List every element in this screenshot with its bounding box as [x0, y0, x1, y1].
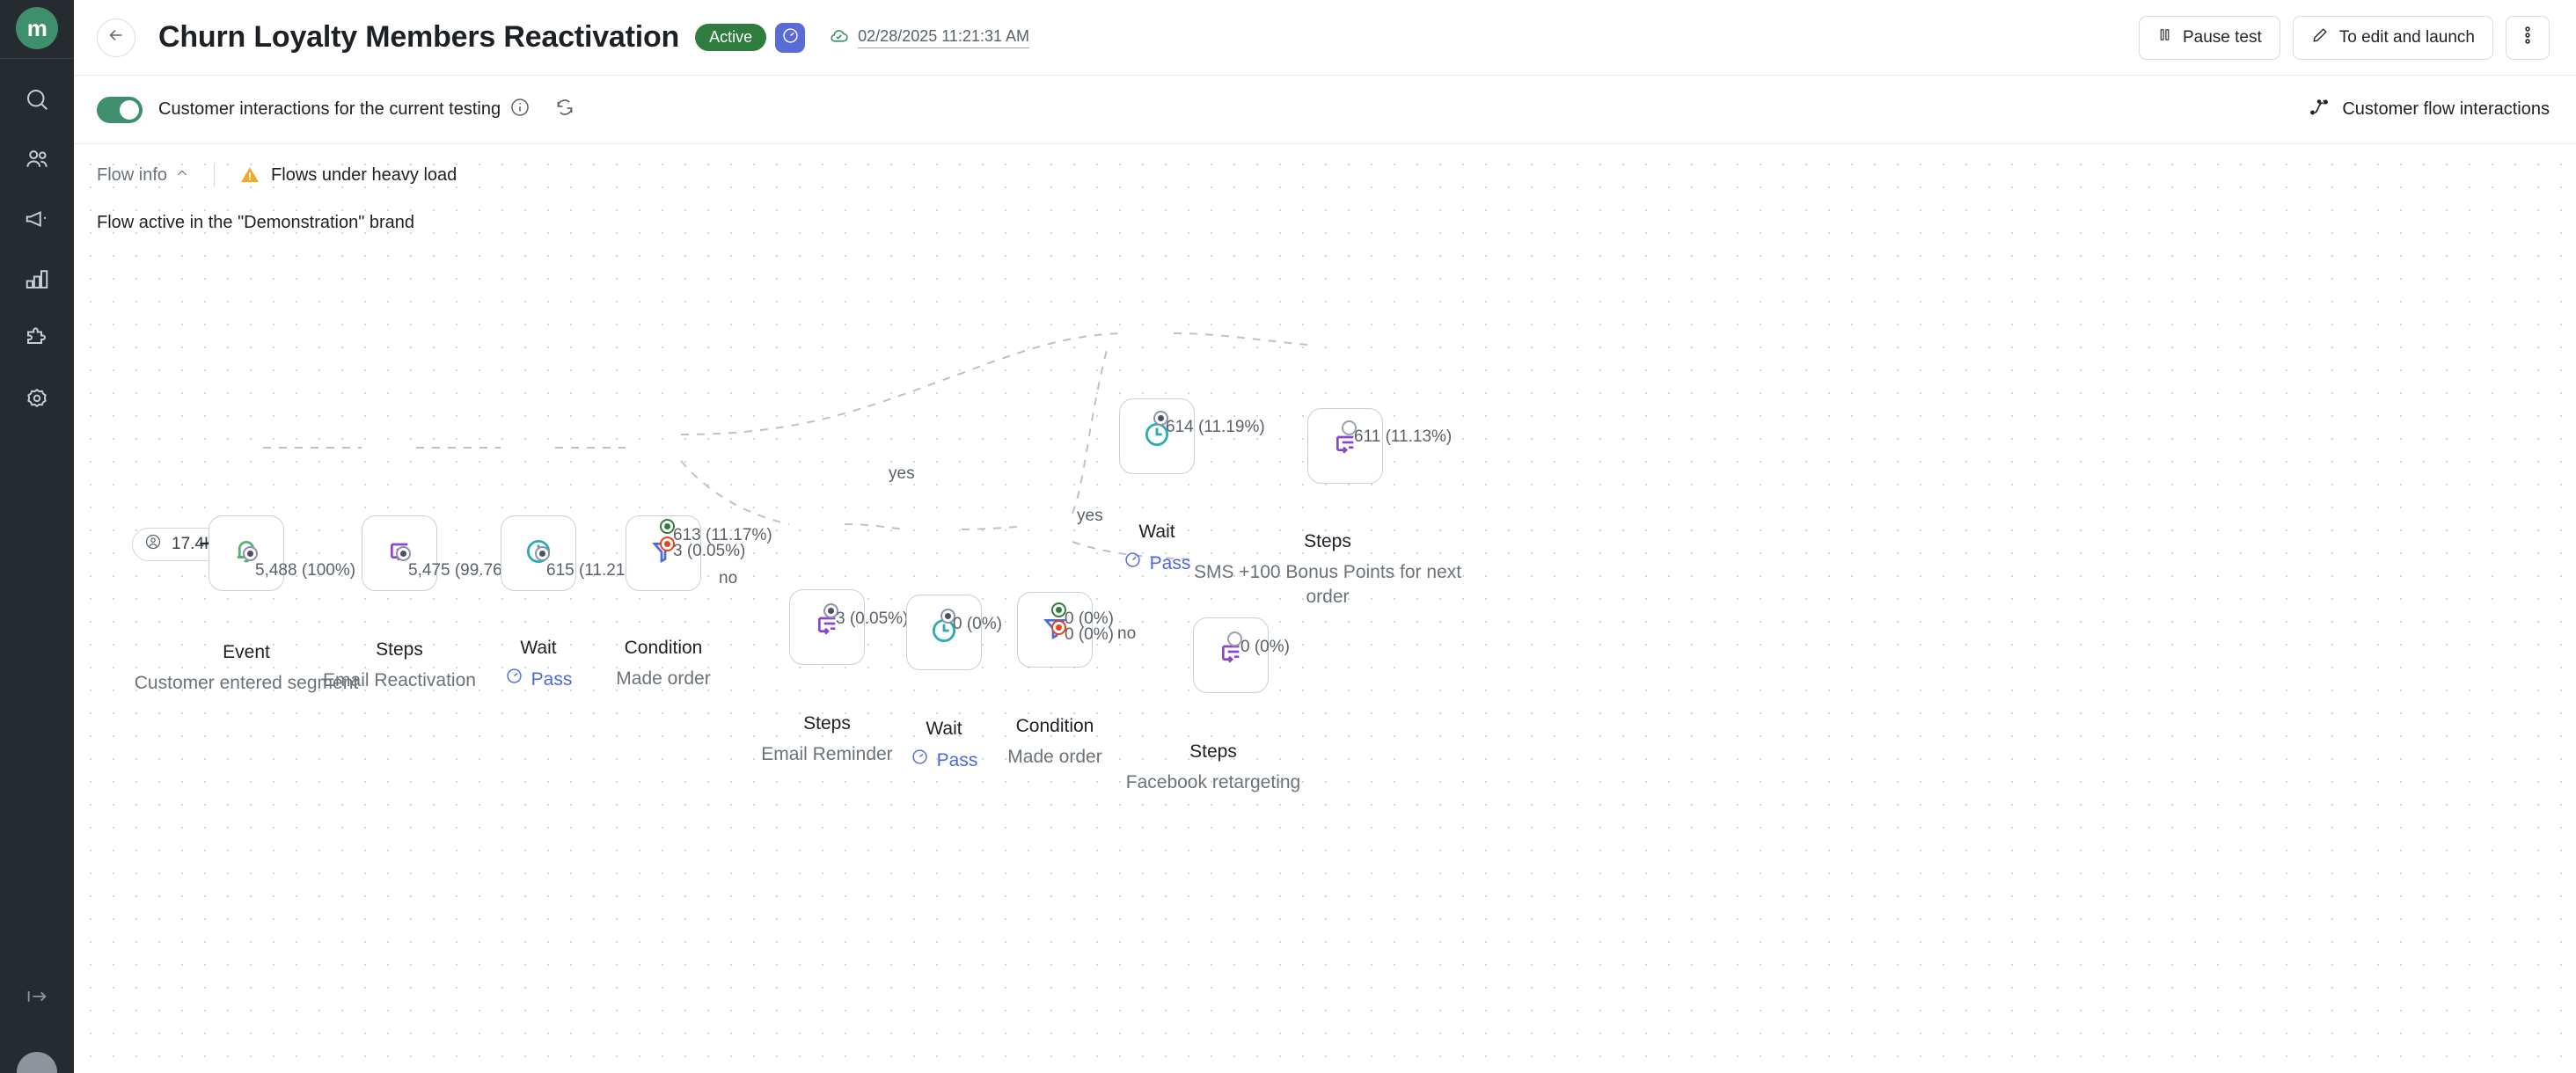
refresh-icon [553, 96, 576, 123]
edge-metric-no: 0 (0%) [1065, 625, 1114, 644]
node-port-out[interactable] [243, 546, 258, 561]
sidebar-item-integrations[interactable] [14, 318, 60, 363]
flow-edges [262, 332, 1308, 560]
last-sync-info: 02/28/2025 11:21:31 AM [828, 25, 1029, 51]
expand-arrow-icon [23, 984, 51, 1013]
flow-nodes-icon [2309, 97, 2330, 123]
edit-and-launch-label: To edit and launch [2338, 27, 2475, 47]
info-icon [509, 97, 531, 122]
edge-label-yes-1: yes [889, 464, 915, 483]
sidebar-item-contacts[interactable] [14, 138, 60, 184]
speedometer-badge[interactable] [775, 22, 806, 53]
sub-toolbar: Customer interactions for the current te… [74, 76, 2576, 144]
edge-metric: 0 (0%) [1240, 638, 1290, 656]
sidebar-item-search[interactable] [14, 78, 60, 124]
customer-flow-interactions-label: Customer flow interactions [2342, 99, 2550, 119]
edit-and-launch-button[interactable]: To edit and launch [2292, 15, 2493, 60]
cloud-check-icon [828, 25, 850, 51]
node-port-out[interactable] [535, 546, 550, 561]
edge-metric: 0 (0%) [953, 615, 1002, 633]
edge-metric: 3 (0.05%) [836, 609, 909, 628]
edge-label-no-2: no [1117, 624, 1137, 643]
edge-label-yes-2: yes [1077, 507, 1103, 525]
rail-item-list [0, 78, 74, 423]
edge-metric-no: 3 (0.05%) [673, 542, 746, 560]
megaphone-icon [24, 206, 50, 237]
toggle-knob [120, 99, 139, 120]
puzzle-icon [24, 325, 50, 356]
status-badge: Active [695, 24, 767, 51]
sidebar-item-analytics[interactable] [14, 258, 60, 303]
edge-metric: 5,488 (100%) [255, 561, 356, 580]
edge-metric: 611 (11.13%) [1354, 427, 1453, 446]
customer-interactions-toggle[interactable] [97, 96, 143, 123]
page-title: Churn Loyalty Members Reactivation [158, 20, 680, 54]
arrow-left-icon [106, 26, 126, 49]
search-icon [24, 86, 50, 117]
info-icon-button[interactable] [509, 97, 531, 122]
more-actions-button[interactable] [2506, 15, 2550, 60]
avatar[interactable] [17, 1052, 57, 1073]
timestamp-link[interactable]: 02/28/2025 11:21:31 AM [858, 27, 1029, 48]
app-root: m Churn Loyalty Members Reactivation Act… [0, 0, 2576, 1073]
main-column: Churn Loyalty Members Reactivation Activ… [74, 0, 2576, 1073]
node-port-out[interactable] [396, 546, 411, 561]
refresh-button[interactable] [553, 96, 576, 123]
contacts-icon [24, 146, 50, 177]
sidebar-expand-button[interactable] [0, 984, 74, 1013]
bar-chart-icon [24, 266, 50, 296]
edge-metric: 614 (11.19%) [1166, 418, 1265, 436]
kebab-menu-icon [2525, 25, 2530, 51]
pause-test-button[interactable]: Pause test [2138, 15, 2280, 60]
logo-badge-text: m [16, 7, 58, 49]
pause-icon [2157, 26, 2172, 48]
sidebar-item-settings[interactable] [14, 377, 60, 423]
sidebar-item-campaigns[interactable] [14, 198, 60, 244]
app-logo[interactable]: m [12, 4, 62, 53]
speedometer-icon [781, 26, 800, 49]
customer-flow-interactions-button[interactable]: Customer flow interactions [2309, 97, 2550, 123]
pause-test-label: Pause test [2182, 27, 2262, 47]
gear-icon [24, 385, 50, 416]
top-header-bar: Churn Loyalty Members Reactivation Activ… [74, 0, 2576, 76]
pencil-icon [2311, 26, 2329, 49]
back-button[interactable] [97, 18, 135, 57]
edge-label-no-1: no [719, 569, 738, 588]
flow-canvas[interactable]: Flow info Flows under heavy load Flow ac… [74, 144, 2576, 1073]
customer-interactions-label: Customer interactions for the current te… [158, 99, 501, 119]
rail-divider [0, 58, 74, 59]
left-nav-rail: m [0, 0, 74, 1073]
person-circle-icon [144, 533, 162, 556]
